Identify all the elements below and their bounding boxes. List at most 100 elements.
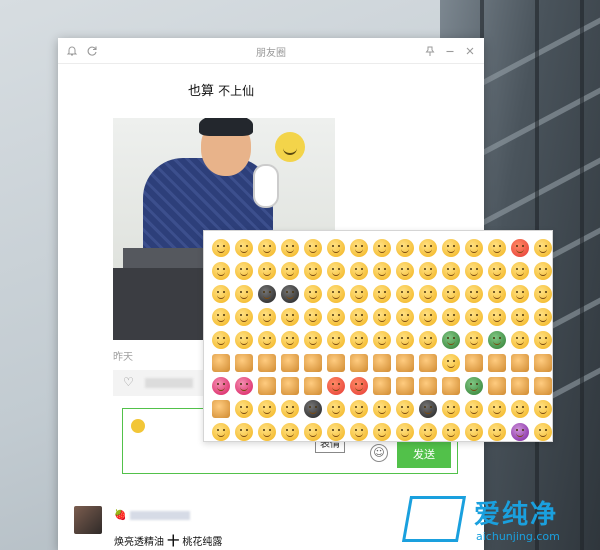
emoji-picker-icon[interactable]: ☺ [370,444,388,462]
emoji-item-icon[interactable] [212,262,230,280]
emoji-item-icon[interactable] [350,331,368,349]
emoji-item-icon[interactable] [396,354,414,372]
emoji-item-icon[interactable] [235,377,253,395]
emoji-item-icon[interactable] [373,331,391,349]
emoji-item-icon[interactable] [488,331,506,349]
emoji-item-icon[interactable] [419,262,437,280]
send-button[interactable]: 发送 [397,442,451,468]
emoji-item-icon[interactable] [419,400,437,418]
emoji-item-icon[interactable] [327,285,345,303]
emoji-item-icon[interactable] [442,377,460,395]
emoji-item-icon[interactable] [350,377,368,395]
emoji-item-icon[interactable] [304,239,322,257]
commenter-name[interactable]: 🍓 [114,510,191,521]
emoji-item-icon[interactable] [534,262,552,280]
emoji-item-icon[interactable] [442,331,460,349]
emoji-item-icon[interactable] [511,285,529,303]
emoji-item-icon[interactable] [511,308,529,326]
emoji-item-icon[interactable] [465,354,483,372]
emoji-item-icon[interactable] [488,354,506,372]
emoji-item-icon[interactable] [465,377,483,395]
emoji-item-icon[interactable] [488,423,506,441]
emoji-item-icon[interactable] [304,354,322,372]
emoji-item-icon[interactable] [465,423,483,441]
emoji-item-icon[interactable] [396,262,414,280]
emoji-item-icon[interactable] [281,262,299,280]
emoji-item-icon[interactable] [281,239,299,257]
emoji-item-icon[interactable] [373,285,391,303]
emoji-item-icon[interactable] [511,262,529,280]
emoji-item-icon[interactable] [511,239,529,257]
emoji-item-icon[interactable] [235,239,253,257]
emoji-item-icon[interactable] [212,331,230,349]
emoji-item-icon[interactable] [350,423,368,441]
emoji-item-icon[interactable] [212,308,230,326]
emoji-item-icon[interactable] [304,262,322,280]
emoji-item-icon[interactable] [419,331,437,349]
emoji-item-icon[interactable] [327,400,345,418]
emoji-item-icon[interactable] [396,423,414,441]
emoji-item-icon[interactable] [235,308,253,326]
emoji-item-icon[interactable] [327,377,345,395]
emoji-item-icon[interactable] [235,423,253,441]
emoji-item-icon[interactable] [442,423,460,441]
emoji-item-icon[interactable] [396,308,414,326]
emoji-item-icon[interactable] [534,285,552,303]
emoji-item-icon[interactable] [304,285,322,303]
emoji-item-icon[interactable] [373,423,391,441]
emoji-item-icon[interactable] [327,308,345,326]
emoji-item-icon[interactable] [488,239,506,257]
emoji-item-icon[interactable] [396,377,414,395]
emoji-item-icon[interactable] [327,423,345,441]
emoji-item-icon[interactable] [327,239,345,257]
emoji-item-icon[interactable] [281,423,299,441]
emoji-item-icon[interactable] [281,308,299,326]
emoji-item-icon[interactable] [534,308,552,326]
emoji-item-icon[interactable] [350,262,368,280]
emoji-item-icon[interactable] [373,377,391,395]
emoji-item-icon[interactable] [304,377,322,395]
emoji-item-icon[interactable] [511,377,529,395]
emoji-item-icon[interactable] [419,308,437,326]
minimize-icon[interactable] [444,45,456,57]
emoji-item-icon[interactable] [281,354,299,372]
emoji-item-icon[interactable] [304,331,322,349]
emoji-item-icon[interactable] [258,400,276,418]
emoji-item-icon[interactable] [396,400,414,418]
emoji-item-icon[interactable] [281,331,299,349]
avatar[interactable] [74,506,102,534]
emoji-item-icon[interactable] [212,400,230,418]
emoji-item-icon[interactable] [511,423,529,441]
emoji-item-icon[interactable] [235,354,253,372]
emoji-item-icon[interactable] [258,308,276,326]
emoji-item-icon[interactable] [488,262,506,280]
emoji-item-icon[interactable] [465,331,483,349]
emoji-item-icon[interactable] [442,285,460,303]
emoji-item-icon[interactable] [396,285,414,303]
emoji-item-icon[interactable] [488,308,506,326]
heart-icon[interactable]: ♡ [123,376,134,388]
emoji-item-icon[interactable] [212,423,230,441]
emoji-item-icon[interactable] [373,262,391,280]
emoji-item-icon[interactable] [534,354,552,372]
emoji-item-icon[interactable] [465,308,483,326]
emoji-item-icon[interactable] [327,354,345,372]
emoji-item-icon[interactable] [511,354,529,372]
emoji-item-icon[interactable] [511,331,529,349]
emoji-item-icon[interactable] [465,400,483,418]
emoji-item-icon[interactable] [235,400,253,418]
emoji-item-icon[interactable] [281,377,299,395]
emoji-item-icon[interactable] [419,239,437,257]
emoji-item-icon[interactable] [212,377,230,395]
emoji-item-icon[interactable] [534,423,552,441]
emoji-item-icon[interactable] [258,423,276,441]
close-icon[interactable] [464,45,476,57]
emoji-item-icon[interactable] [350,239,368,257]
emoji-item-icon[interactable] [534,377,552,395]
emoji-item-icon[interactable] [373,308,391,326]
emoji-item-icon[interactable] [373,239,391,257]
emoji-item-icon[interactable] [281,400,299,418]
emoji-item-icon[interactable] [442,308,460,326]
emoji-item-icon[interactable] [419,377,437,395]
emoji-item-icon[interactable] [258,239,276,257]
